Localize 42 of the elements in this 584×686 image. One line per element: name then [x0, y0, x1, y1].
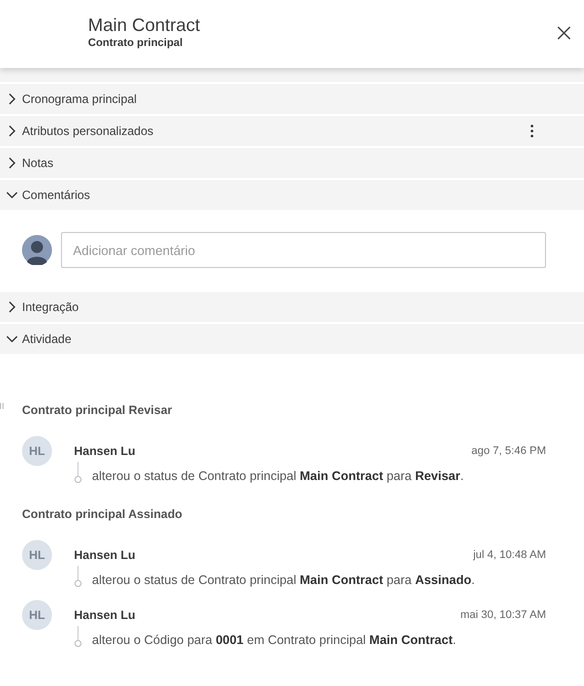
activity-text: alterou o status de Contrato principal Main Contract para Revisar.: [92, 468, 464, 484]
activity-time: ago 7, 5:46 PM: [471, 444, 546, 459]
timeline-icon: [74, 462, 82, 484]
user-name: Hansen Lu: [74, 547, 136, 564]
user-name: Hansen Lu: [74, 443, 136, 460]
avatar-icon: [22, 235, 52, 265]
panel-subtitle: Contrato principal: [88, 36, 184, 50]
activity-time: jul 4, 10:48 AM: [473, 548, 546, 563]
timeline-icon: [74, 566, 82, 588]
panel-title: Main Contract: [88, 14, 200, 36]
section-header[interactable]: Cronograma principal: [0, 84, 584, 114]
activity-group-title: Contrato principal Revisar: [22, 402, 172, 418]
comment-input[interactable]: Adicionar comentário: [61, 232, 546, 268]
section-label: Integração: [22, 299, 80, 316]
chevron-down-icon: [6, 191, 18, 199]
close-button[interactable]: [556, 25, 572, 41]
timeline-icon: [74, 626, 82, 648]
chevron-right-icon: [8, 301, 16, 313]
section-header[interactable]: Comentários: [0, 180, 584, 210]
section-label: Cronograma principal: [22, 91, 138, 108]
chevron-right-icon: [8, 93, 16, 105]
activity-group-title: Contrato principal Assinado: [22, 506, 182, 522]
activity-time: mai 30, 10:37 AM: [460, 608, 546, 623]
user-name: Hansen Lu: [74, 607, 136, 624]
drag-handle-icon[interactable]: [0, 403, 4, 409]
section-label: Atributos personalizados: [22, 123, 154, 140]
user-avatar: HL: [22, 600, 52, 630]
activity-text: alterou o status de Contrato principal Main Contract para Assinado.: [92, 572, 475, 588]
section-header[interactable]: Notas: [0, 148, 584, 178]
user-avatar: HL: [22, 436, 52, 466]
section-header[interactable]: Integração: [0, 292, 584, 322]
chevron-down-icon: [6, 335, 18, 343]
section-header[interactable]: Atividade: [0, 324, 584, 354]
section-label: Notas: [22, 155, 54, 172]
activity-text: alterou o Código para 0001 em Contrato principal Main Contract.: [92, 632, 456, 648]
section-header[interactable]: Atributos personalizados: [0, 116, 584, 146]
section-label: Comentários: [22, 187, 92, 204]
more-button[interactable]: [530, 124, 534, 138]
section-label: Atividade: [22, 331, 72, 348]
chevron-right-icon: [8, 125, 16, 137]
chevron-right-icon: [8, 157, 16, 169]
user-avatar: HL: [22, 540, 52, 570]
